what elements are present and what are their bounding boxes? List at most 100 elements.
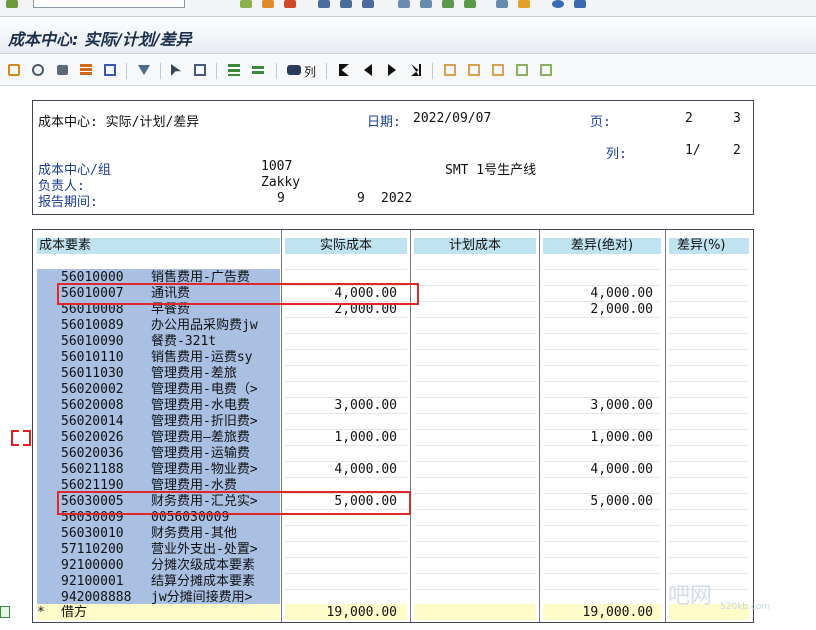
variance-abs-value xyxy=(543,318,653,333)
cost-element-code[interactable]: 56011030 xyxy=(61,366,124,381)
grid-line xyxy=(669,509,749,510)
shortcut-icon[interactable] xyxy=(518,0,530,8)
grid-line xyxy=(414,493,536,494)
cost-element-code[interactable]: 56010089 xyxy=(61,318,124,333)
column-divider xyxy=(665,230,666,622)
cost-element-code[interactable]: 56020014 xyxy=(61,414,124,429)
cancel-icon[interactable] xyxy=(262,0,274,8)
cost-element-name[interactable]: 财务费用-其他 xyxy=(151,526,237,541)
column-label: 列: xyxy=(606,147,627,162)
stop-icon[interactable] xyxy=(284,0,296,8)
sort-descending-icon[interactable] xyxy=(250,62,266,78)
layout-icon[interactable] xyxy=(574,0,586,8)
cost-element-name[interactable]: 管理费用—差旅费 xyxy=(151,430,250,445)
binoculars-icon[interactable] xyxy=(286,62,302,78)
variance-abs-value: 1,000.00 xyxy=(590,430,653,445)
drilldown-icon[interactable] xyxy=(490,62,506,78)
info-icon[interactable] xyxy=(102,62,118,78)
previous-page-icon[interactable] xyxy=(420,0,432,8)
columns-button-label[interactable]: 列 xyxy=(304,63,316,80)
cost-element-name[interactable]: 办公用品采购费jw xyxy=(151,318,258,333)
first-icon[interactable] xyxy=(336,62,352,78)
cost-element-code[interactable]: 92100000 xyxy=(61,558,124,573)
cost-element-code[interactable]: 56020036 xyxy=(61,446,124,461)
cost-element-name[interactable]: 管理费用-物业费> xyxy=(151,462,258,477)
cost-element-code[interactable]: 56030010 xyxy=(61,526,124,541)
next-icon[interactable] xyxy=(384,62,400,78)
cost-element-name[interactable]: 结算分摊成本要素 xyxy=(151,574,255,589)
cost-element-name[interactable]: 管理费用-电费（> xyxy=(151,382,258,397)
exit-icon[interactable] xyxy=(240,0,252,8)
cost-element-code[interactable]: 57110200 xyxy=(61,542,124,557)
period-label: 报告期间: xyxy=(38,195,98,210)
grid-line xyxy=(414,477,536,478)
actual-cost-value xyxy=(285,574,397,589)
cost-element-code[interactable]: 56021188 xyxy=(61,462,124,477)
cost-element-code[interactable]: 56010090 xyxy=(61,334,124,349)
total-actual: 19,000.00 xyxy=(326,605,397,620)
actual-cost-value xyxy=(285,366,397,381)
cost-element-name[interactable]: 餐费-321t xyxy=(151,334,216,349)
cost-element-code[interactable]: 56020026 xyxy=(61,430,124,445)
find-icon[interactable] xyxy=(340,0,352,8)
variance-abs-value xyxy=(543,478,653,493)
actual-cost-value xyxy=(285,318,397,333)
grid-line xyxy=(669,557,749,558)
grid-line xyxy=(669,285,749,286)
back-icon[interactable] xyxy=(6,0,18,8)
cost-element-code[interactable]: 92100001 xyxy=(61,574,124,589)
last-icon[interactable] xyxy=(408,62,424,78)
cost-element-name[interactable]: jw分摊间接费用> xyxy=(151,590,252,605)
new-session-icon[interactable] xyxy=(496,0,508,8)
structure-icon[interactable] xyxy=(514,62,530,78)
column-header-variance-abs[interactable]: 差异(绝对) xyxy=(543,238,661,254)
table-icon[interactable] xyxy=(192,62,208,78)
cost-element-name[interactable]: 营业外支出-处置> xyxy=(151,542,258,557)
cost-element-name[interactable]: 管理费用-差旅 xyxy=(151,366,237,381)
hierarchy-icon[interactable] xyxy=(6,62,22,78)
expand-icon[interactable] xyxy=(442,62,458,78)
grid-line xyxy=(669,573,749,574)
command-field[interactable] xyxy=(33,0,185,8)
variance-abs-value xyxy=(543,526,653,541)
settings-icon[interactable] xyxy=(30,62,46,78)
actual-cost-value xyxy=(285,414,397,429)
actual-cost-value: 4,000.00 xyxy=(334,462,397,477)
help-icon[interactable] xyxy=(552,0,564,8)
report-title: 成本中心: 实际/计划/差异 xyxy=(38,115,200,130)
cost-element-code[interactable]: 56010110 xyxy=(61,350,124,365)
sort-ascending-icon[interactable] xyxy=(226,62,242,78)
cost-element-name[interactable]: 销售费用-运费sy xyxy=(151,350,252,365)
column-header-variance-pct[interactable]: 差异(%) xyxy=(669,238,749,254)
select-icon[interactable] xyxy=(168,62,184,78)
column-header-cost-element[interactable]: 成本要素 xyxy=(37,238,280,254)
grid-line xyxy=(414,541,536,542)
collapse-icon[interactable] xyxy=(466,62,482,78)
cost-element-name[interactable]: 分摊次级成本要素 xyxy=(151,558,255,573)
node-icon[interactable] xyxy=(538,62,554,78)
cost-element-code[interactable]: 942008888 xyxy=(61,590,131,605)
cost-element-name[interactable]: 管理费用-折旧费> xyxy=(151,414,258,429)
previous-icon[interactable] xyxy=(360,62,376,78)
first-page-icon[interactable] xyxy=(398,0,410,8)
cost-element-name[interactable]: 管理费用-运输费 xyxy=(151,446,250,461)
grid-line xyxy=(414,285,536,286)
cost-element-code[interactable]: 56020002 xyxy=(61,382,124,397)
actual-cost-value: 3,000.00 xyxy=(334,398,397,413)
status-icon[interactable] xyxy=(0,606,10,618)
total-row-background xyxy=(414,604,536,620)
find-next-icon[interactable] xyxy=(362,0,374,8)
print-icon[interactable] xyxy=(318,0,330,8)
cost-element-name[interactable]: 管理费用-水电费 xyxy=(151,398,250,413)
cost-element-code[interactable]: 56020008 xyxy=(61,398,124,413)
filter-icon[interactable] xyxy=(136,62,152,78)
actual-cost-value: 1,000.00 xyxy=(334,430,397,445)
next-page-icon[interactable] xyxy=(442,0,454,8)
column-header-actual[interactable]: 实际成本 xyxy=(285,238,407,254)
grid-line xyxy=(669,493,749,494)
column-header-plan[interactable]: 计划成本 xyxy=(414,238,536,254)
last-page-icon[interactable] xyxy=(464,0,476,8)
cost-center-name: SMT 1号生产线 xyxy=(445,163,537,178)
lock-icon[interactable] xyxy=(54,62,70,78)
grid-icon[interactable] xyxy=(78,62,94,78)
